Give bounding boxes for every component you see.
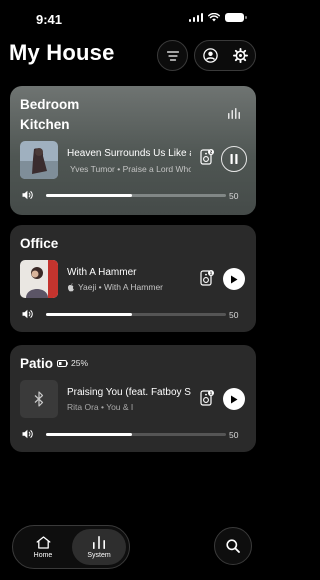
status-icons: [188, 13, 247, 22]
pause-button[interactable]: [221, 146, 247, 172]
room-name: Office: [20, 236, 59, 251]
battery-level: 25%: [71, 358, 89, 368]
volume-slider[interactable]: [46, 313, 226, 316]
search-icon: [226, 539, 240, 553]
bars-icon[interactable]: [228, 108, 240, 119]
volume-icon: [22, 190, 33, 200]
album-art: [20, 141, 58, 179]
artist-line: Yves Tumor • Praise a Lord Who Chews: [70, 164, 191, 174]
play-button[interactable]: [223, 388, 245, 410]
speaker-icon[interactable]: 1: [200, 390, 214, 406]
volume-value: 50: [229, 430, 239, 440]
speaker-icon[interactable]: 1: [200, 270, 214, 286]
room-name: Bedroom: [20, 97, 80, 112]
tab-home[interactable]: Home: [16, 529, 70, 565]
account-settings-group: [194, 40, 256, 71]
system-icon: [93, 535, 105, 549]
volume-value: 50: [229, 191, 239, 201]
volume-value: 50: [229, 310, 239, 320]
tab-home-label: Home: [33, 551, 53, 559]
status-time: 9:41: [36, 12, 63, 27]
room-card-patio[interactable]: Patio 25% Praising You (feat. Fatboy Sli…: [10, 345, 256, 452]
room-card-bedroom[interactable]: Bedroom Kitchen Heaven Surrounds Us Like…: [10, 86, 256, 215]
artist-line: Yaeji • With A Hammer: [78, 282, 164, 292]
speaker-icon[interactable]: 2: [200, 149, 214, 165]
tab-system-label: System: [87, 551, 111, 559]
apple-music-icon: [67, 282, 74, 291]
filter-icon: [166, 50, 179, 61]
pause-icon: [230, 154, 238, 164]
volume-icon: [22, 429, 33, 439]
album-art: [20, 380, 58, 418]
signal-icon: [188, 13, 203, 22]
home-icon: [36, 535, 50, 549]
volume-fill: [46, 433, 133, 436]
play-icon: [231, 395, 238, 403]
track-title: Heaven Surrounds Us Like a Hood: [67, 148, 191, 159]
search-button[interactable]: [214, 527, 252, 565]
page-title: My House: [9, 40, 115, 65]
profile-icon[interactable]: [202, 48, 218, 63]
play-button[interactable]: [223, 268, 245, 290]
battery-status: 25%: [57, 358, 88, 368]
album-art: [20, 260, 58, 298]
battery-icon: [57, 359, 68, 367]
volume-fill: [46, 194, 133, 197]
filter-button[interactable]: [157, 40, 188, 71]
volume-slider[interactable]: [46, 433, 226, 436]
wifi-icon: [208, 13, 220, 22]
volume-fill: [46, 313, 133, 316]
battery-icon: [225, 13, 247, 22]
track-title: With A Hammer: [67, 267, 137, 278]
room-name: Patio: [20, 356, 54, 371]
track-title: Praising You (feat. Fatboy Slim): [67, 387, 191, 398]
tab-system[interactable]: System: [72, 529, 126, 565]
artist-line: Rita Ora • You & I: [67, 402, 134, 412]
screen: 9:41 My House Bedroom Kitchen Heaven Sur…: [0, 0, 266, 580]
gear-icon[interactable]: [232, 48, 248, 63]
play-icon: [231, 275, 238, 283]
tab-bar: Home System: [12, 525, 130, 569]
room-name-secondary: Kitchen: [20, 117, 70, 132]
status-bar: 9:41: [0, 0, 266, 36]
room-card-office[interactable]: Office With A Hammer Yaeji • With A Hamm…: [10, 225, 256, 332]
volume-icon: [22, 309, 33, 319]
volume-slider[interactable]: [46, 194, 226, 197]
track-subtitle: Rita Ora • You & I: [67, 402, 191, 412]
track-subtitle: Yaeji • With A Hammer: [67, 282, 191, 292]
bluetooth-icon: [34, 391, 44, 407]
track-subtitle: Yves Tumor • Praise a Lord Who Chews: [67, 164, 191, 174]
